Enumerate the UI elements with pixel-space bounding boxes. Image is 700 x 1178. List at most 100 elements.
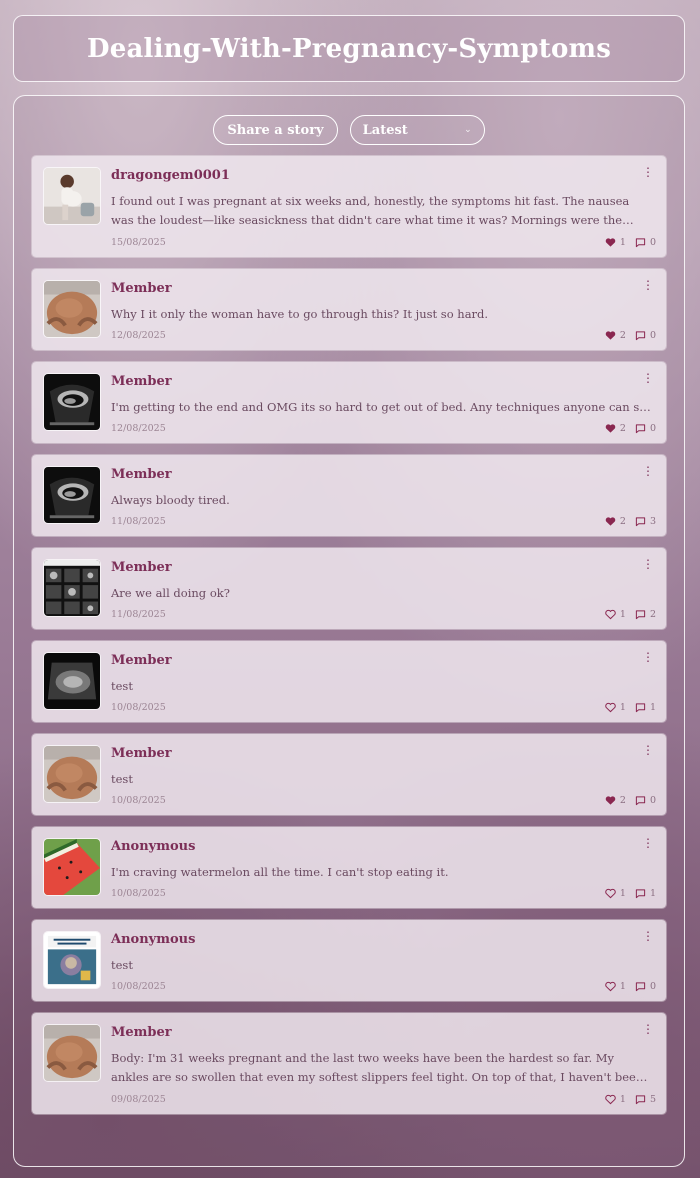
sort-select[interactable]: Latest ⌄ — [349, 115, 485, 145]
ultrasound-photo[interactable] — [43, 373, 101, 431]
comment-button[interactable]: 5 — [635, 1094, 656, 1105]
ultrasound-grid-photo[interactable] — [43, 559, 101, 617]
pregnant-belly-photo[interactable] — [43, 1024, 101, 1082]
post-author: Member — [111, 281, 172, 296]
post-date: 12/08/2025 — [111, 423, 166, 434]
post-card[interactable]: Anonymous ⋮ I'm craving watermelon all the… — [32, 827, 666, 908]
like-button[interactable]: 2 — [605, 423, 626, 434]
post-stats: 20 — [605, 795, 656, 806]
more-options-icon[interactable]: ⋮ — [642, 164, 654, 180]
post-card[interactable]: Anonymous ⋮ test 10/08/2025 1 0 — [32, 920, 666, 1001]
comment-button[interactable]: 0 — [635, 981, 656, 992]
more-options-icon[interactable]: ⋮ — [642, 370, 654, 386]
post-date: 10/08/2025 — [111, 888, 166, 899]
post-card[interactable]: Member ⋮ test 10/08/2025 2 0 — [32, 734, 666, 815]
pregnant-belly-photo[interactable] — [43, 280, 101, 338]
more-options-icon[interactable]: ⋮ — [642, 1021, 654, 1037]
ultrasound-photo[interactable] — [43, 466, 101, 524]
comment-count: 0 — [649, 423, 656, 434]
like-count: 2 — [619, 330, 626, 341]
like-button[interactable]: 2 — [605, 516, 626, 527]
like-count: 2 — [619, 516, 626, 527]
like-count: 1 — [619, 609, 626, 620]
comment-count: 1 — [649, 888, 656, 899]
comment-button[interactable]: 3 — [635, 516, 656, 527]
woman-nausea-photo[interactable] — [43, 167, 101, 225]
post-body: test — [111, 679, 133, 693]
like-button[interactable]: 2 — [605, 330, 626, 341]
comment-count: 0 — [649, 795, 656, 806]
like-button[interactable]: 1 — [605, 1094, 626, 1105]
post-card[interactable]: Member ⋮ I'm getting to the end and OMG it… — [32, 362, 666, 443]
heart-filled-icon — [605, 795, 616, 806]
like-button[interactable]: 1 — [605, 609, 626, 620]
post-body: Are we all doing ok? — [111, 586, 230, 600]
more-options-icon[interactable]: ⋮ — [642, 835, 654, 851]
like-button[interactable]: 2 — [605, 795, 626, 806]
like-button[interactable]: 1 — [605, 981, 626, 992]
comment-button[interactable]: 1 — [635, 888, 656, 899]
post-card[interactable]: Member ⋮ Always bloody tired. 11/08/2025 2 3 — [32, 455, 666, 536]
post-author: Member — [111, 653, 172, 668]
like-count: 2 — [619, 423, 626, 434]
post-body: I'm craving watermelon all the time. I c… — [111, 865, 449, 879]
like-count: 1 — [619, 237, 626, 248]
like-button[interactable]: 1 — [605, 702, 626, 713]
ultrasound-scan-photo[interactable] — [43, 652, 101, 710]
post-date: 10/08/2025 — [111, 702, 166, 713]
more-options-icon[interactable]: ⋮ — [642, 277, 654, 293]
more-options-icon[interactable]: ⋮ — [642, 928, 654, 944]
comment-button[interactable]: 1 — [635, 702, 656, 713]
page-header: Dealing-With-Pregnancy-Symptoms — [13, 15, 685, 82]
heart-outline-icon — [605, 1094, 616, 1105]
comment-icon — [635, 795, 646, 806]
heart-outline-icon — [605, 981, 616, 992]
heart-outline-icon — [605, 609, 616, 620]
like-button[interactable]: 1 — [605, 237, 626, 248]
like-button[interactable]: 1 — [605, 888, 626, 899]
post-card[interactable]: Member ⋮ Body: I'm 31 weeks pregnant and t… — [32, 1013, 666, 1114]
comment-button[interactable]: 0 — [635, 795, 656, 806]
post-card[interactable]: Member ⋮ test 10/08/2025 1 1 — [32, 641, 666, 722]
more-options-icon[interactable]: ⋮ — [642, 463, 654, 479]
post-date: 11/08/2025 — [111, 516, 166, 527]
pregnant-belly-photo[interactable] — [43, 745, 101, 803]
post-card[interactable]: Member ⋮ Why I it only the woman have to g… — [32, 269, 666, 350]
comment-button[interactable]: 0 — [635, 237, 656, 248]
book-cover-image[interactable] — [43, 931, 101, 989]
post-author: dragongem0001 — [111, 168, 230, 183]
comment-icon — [635, 702, 646, 713]
post-author: Member — [111, 374, 172, 389]
post-stats: 20 — [605, 330, 656, 341]
post-card[interactable]: dragongem0001 ⋮ I found out I was pregnant… — [32, 156, 666, 257]
post-stats: 11 — [605, 702, 656, 713]
share-story-button[interactable]: Share a story — [213, 115, 338, 145]
post-body: I'm getting to the end and OMG its so ha… — [111, 400, 651, 414]
watermelon-photo[interactable] — [43, 838, 101, 896]
more-options-icon[interactable]: ⋮ — [642, 556, 654, 572]
post-author: Member — [111, 746, 172, 761]
comment-count: 1 — [649, 702, 656, 713]
comment-count: 3 — [649, 516, 656, 527]
post-author: Anonymous — [111, 839, 196, 854]
like-count: 1 — [619, 981, 626, 992]
heart-filled-icon — [605, 330, 616, 341]
like-count: 1 — [619, 702, 626, 713]
comment-icon — [635, 888, 646, 899]
post-date: 10/08/2025 — [111, 795, 166, 806]
post-body: Always bloody tired. — [111, 493, 230, 507]
more-options-icon[interactable]: ⋮ — [642, 649, 654, 665]
post-stats: 10 — [605, 237, 656, 248]
comment-button[interactable]: 0 — [635, 423, 656, 434]
post-author: Member — [111, 560, 172, 575]
post-card[interactable]: Member ⋮ Are we all doing ok? 11/08/2025 1 2 — [32, 548, 666, 629]
comment-button[interactable]: 0 — [635, 330, 656, 341]
post-date: 11/08/2025 — [111, 609, 166, 620]
post-list: dragongem0001 ⋮ I found out I was pregnant… — [32, 156, 666, 1126]
post-stats: 11 — [605, 888, 656, 899]
comment-button[interactable]: 2 — [635, 609, 656, 620]
more-options-icon[interactable]: ⋮ — [642, 742, 654, 758]
page-title: Dealing-With-Pregnancy-Symptoms — [86, 33, 612, 64]
post-body: Why I it only the woman have to go throu… — [111, 307, 489, 321]
heart-filled-icon — [605, 423, 616, 434]
